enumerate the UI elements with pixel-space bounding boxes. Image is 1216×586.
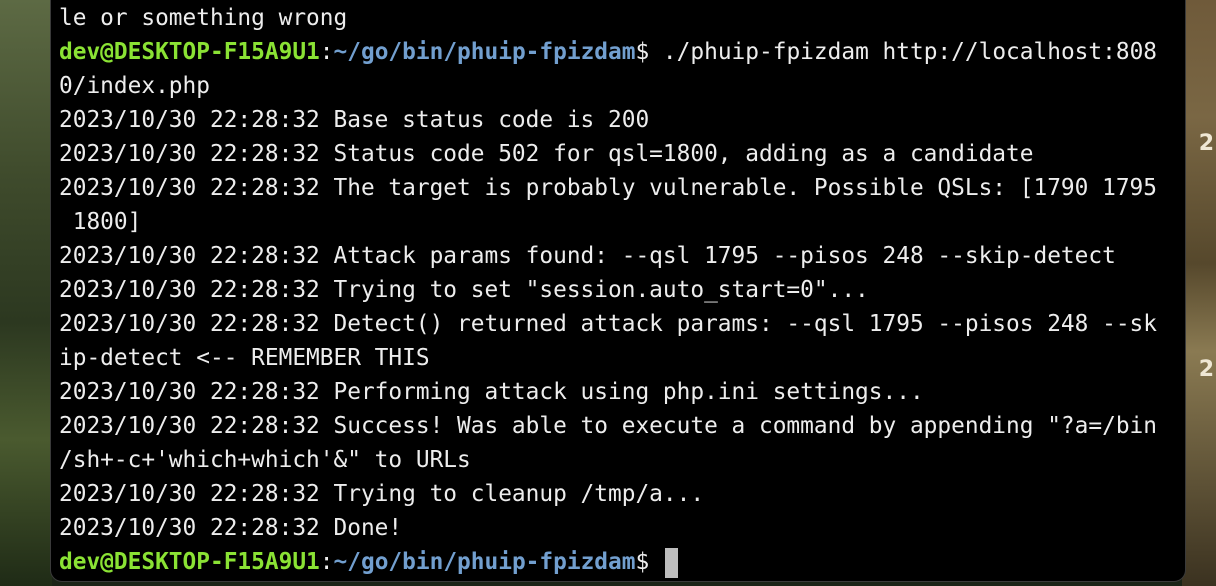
desktop-wallpaper-right: 2 2 — [1182, 0, 1216, 586]
wallpaper-text: 2 — [1198, 357, 1214, 382]
prompt-symbol: $ — [635, 549, 650, 575]
terminal-window[interactable]: le or something wrong dev@DESKTOP-F15A9U… — [50, 0, 1186, 582]
output-line: le or something wrong — [59, 5, 348, 31]
output-line: 2023/10/30 22:28:32 Trying to set "sessi… — [59, 277, 869, 303]
prompt-path: ~/go/bin/phuip-fpizdam — [333, 39, 636, 65]
terminal-output[interactable]: le or something wrong dev@DESKTOP-F15A9U… — [59, 1, 1181, 579]
command-text: ./phuip-fpizdam http://localhost:808 — [649, 39, 1158, 65]
output-line: 2023/10/30 22:28:32 Status code 502 for … — [59, 141, 1034, 167]
output-line: 0/index.php — [59, 73, 210, 99]
prompt-separator: : — [319, 39, 334, 65]
output-line: 2023/10/30 22:28:32 Attack params found:… — [59, 243, 1116, 269]
prompt-separator: : — [319, 549, 334, 575]
prompt-user-host: dev@DESKTOP-F15A9U1 — [59, 549, 320, 575]
output-line: 2023/10/30 22:28:32 Trying to cleanup /t… — [59, 481, 705, 507]
wallpaper-text: 2 — [1198, 131, 1214, 156]
command-line: dev@DESKTOP-F15A9U1:~/go/bin/phuip-fpizd… — [59, 35, 1181, 69]
prompt-symbol: $ — [635, 39, 650, 65]
prompt-path: ~/go/bin/phuip-fpizdam — [333, 549, 636, 575]
active-prompt-line[interactable]: dev@DESKTOP-F15A9U1:~/go/bin/phuip-fpizd… — [59, 545, 1181, 579]
output-line: 2023/10/30 22:28:32 Detect() returned at… — [59, 311, 1157, 337]
output-line: ip-detect <-- REMEMBER THIS — [59, 345, 430, 371]
output-line: 1800] — [59, 209, 142, 235]
prompt-user-host: dev@DESKTOP-F15A9U1 — [59, 39, 320, 65]
output-line: 2023/10/30 22:28:32 Done! — [59, 515, 403, 541]
output-line: 2023/10/30 22:28:32 Base status code is … — [59, 107, 650, 133]
output-line: 2023/10/30 22:28:32 Performing attack us… — [59, 379, 924, 405]
output-line: /sh+-c+'which+which'&" to URLs — [59, 447, 471, 473]
desktop-wallpaper-left — [0, 0, 52, 586]
output-line: 2023/10/30 22:28:32 The target is probab… — [59, 175, 1157, 201]
output-line: 2023/10/30 22:28:32 Success! Was able to… — [59, 413, 1157, 439]
text-cursor — [664, 547, 678, 578]
